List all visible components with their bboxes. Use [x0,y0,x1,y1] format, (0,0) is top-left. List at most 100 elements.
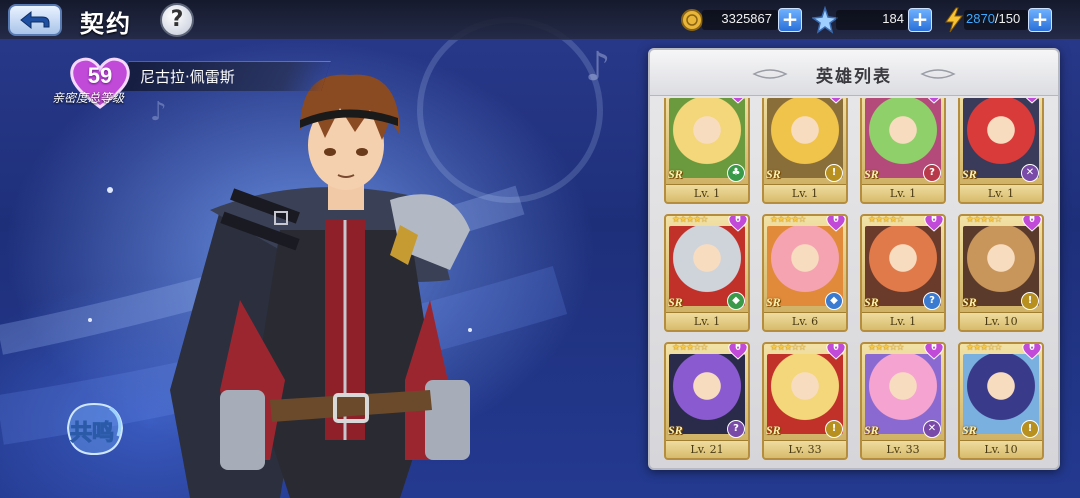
svg-text:♪: ♪ [585,44,611,90]
affinity-level: 59 [87,63,113,88]
stamina-current: 2870 [966,11,995,26]
hero-card[interactable]: ★★★★★0SR♣Lv. 1 [664,98,750,204]
hero-level: Lv. 33 [788,443,822,456]
hero-card[interactable]: ★★★★★0SR!Lv. 1 [762,98,848,204]
question-icon: ? [727,420,745,438]
shield-icon: ◆ [727,292,745,310]
exclamation-icon: ! [825,420,843,438]
shield-icon: ◆ [825,292,843,310]
hero-card[interactable]: ★★★★☆ 0 SR! Lv. 10 [958,214,1044,332]
stamina-max: /150 [994,11,1021,26]
hero-level: Lv. 1 [791,187,819,200]
hero-level: Lv. 33 [886,443,920,456]
swords-icon: ✕ [923,420,941,438]
hero-rarity: SR [962,423,977,437]
hero-rarity: SR [668,423,683,437]
crystal-star-icon [812,6,838,34]
hero-level: Lv. 1 [987,187,1015,200]
hero-heart-badge: 0 [1022,98,1042,104]
hero-stars: ★★★★☆ [770,215,806,225]
hero-card[interactable]: ★★★★★0SR?Lv. 1 [860,98,946,204]
hero-card[interactable]: ★★★☆☆ 0 SR ✕ Lv. 33 [860,342,946,460]
hero-rarity: SR [766,423,781,437]
hero-heart-badge: 0 [728,98,748,104]
hero-heart-badge: 0 [728,342,748,360]
heart-icon [1025,98,1039,104]
exclamation-icon: ! [1021,292,1039,310]
hero-rarity: SR [864,167,879,181]
page-title: 契约 [80,9,132,38]
add-crystal-button[interactable]: + [908,8,932,32]
panel-title: 英雄列表 [816,67,892,87]
hero-rarity: SR [864,295,879,309]
back-button[interactable] [8,4,62,36]
affinity-caption: 亲密度总等级 [52,91,125,105]
add-gold-button[interactable]: + [778,8,802,32]
hero-list-panel: 英雄列表 ★★★★★0SR♣Lv. 1★★★★★0SR!Lv. 1★★★★★0S… [648,48,1060,470]
hero-heart-badge: 0 [1022,342,1042,360]
hero-heart-badge: 0 [826,216,846,232]
question-icon: ? [923,164,941,182]
resonance-button[interactable]: 共鸣 [58,398,130,460]
crystal-value: 184 [882,11,904,26]
heart-icon [927,98,941,104]
hero-heart-count: 0 [735,342,741,353]
hero-stars: ★★★★☆ [868,215,904,225]
exclamation-icon: ! [1021,420,1039,438]
hero-character-illustration [170,74,470,498]
hero-card[interactable]: ★★★☆☆ 0 SR? Lv. 21 [664,342,750,460]
help-button[interactable]: ? [160,3,194,37]
hero-rarity: SR [668,167,683,181]
hero-level: Lv. 21 [690,443,724,456]
hero-heart-badge: 0 [728,214,748,232]
hero-level: Lv. 6 [791,315,819,328]
hero-heart-count: 0 [1029,214,1035,225]
heart-icon [829,98,843,104]
hero-card[interactable]: ★★★★☆ 0 SR? Lv. 1 [860,214,946,332]
hero-card[interactable]: ★★★★★0SR✕Lv. 1 [958,98,1044,204]
hero-card[interactable]: ★★★☆☆ 0 SR! Lv. 33 [762,342,848,460]
add-stamina-button[interactable]: + [1028,8,1052,32]
hero-heart-count: 0 [735,214,741,225]
stamina-value: 2870/150 [966,11,1020,26]
hero-heart-badge: 0 [1022,214,1042,232]
panel-header: 英雄列表 [650,50,1058,96]
hero-level: Lv. 10 [984,315,1018,328]
hero-heart-count: 0 [931,214,937,225]
hero-rarity: SR [962,295,977,309]
hero-stars: ★★★★☆ [966,215,1002,225]
hero-heart-badge: 0 [924,344,944,360]
hero-stars: ★★★☆☆ [770,343,806,353]
hero-heart-badge: 0 [924,214,944,232]
hero-level: Lv. 10 [984,443,1018,456]
resonance-icon: 共鸣 [66,402,124,456]
hero-heart-badge: 0 [924,98,944,104]
hero-heart-badge: 0 [826,98,846,104]
top-bar: 契约 ? 3325867 + 184 + 2870/150 + [0,0,1080,40]
affinity-badge: 尼古拉·佩雷斯 59 亲密度总等级 [52,55,331,115]
hero-level: Lv. 1 [889,315,917,328]
lightning-icon [945,7,963,33]
back-arrow-icon [20,10,50,30]
heart-icon [731,98,745,104]
gold-value: 3325867 [721,11,772,26]
hero-heart-count: 0 [1029,342,1035,353]
hero-card[interactable]: ★★★★☆ 0 SR ◆ Lv. 6 [762,214,848,332]
hero-name: 尼古拉·佩雷斯 [140,68,235,86]
hero-rarity: SR [962,167,977,181]
swords-icon: ✕ [1021,164,1039,182]
resonance-label: 共鸣 [70,420,114,446]
hero-rarity: SR [766,295,781,309]
exclamation-icon: ! [825,164,843,182]
question-icon: ? [923,292,941,310]
hero-card[interactable]: ★★★★☆ 0 SR ◆ Lv. 1 [664,214,750,332]
hero-stars: ★★★☆☆ [868,343,904,353]
hero-rarity: SR [766,167,781,181]
clover-icon: ♣ [727,164,745,182]
hero-level: Lv. 1 [889,187,917,200]
hero-level: Lv. 1 [693,315,721,328]
hero-rarity: SR [864,423,879,437]
hero-stars: ★★★☆☆ [672,343,708,353]
hero-card[interactable]: ★★★☆☆ 0 SR! Lv. 10 [958,342,1044,460]
hero-stars: ★★★☆☆ [966,343,1002,353]
